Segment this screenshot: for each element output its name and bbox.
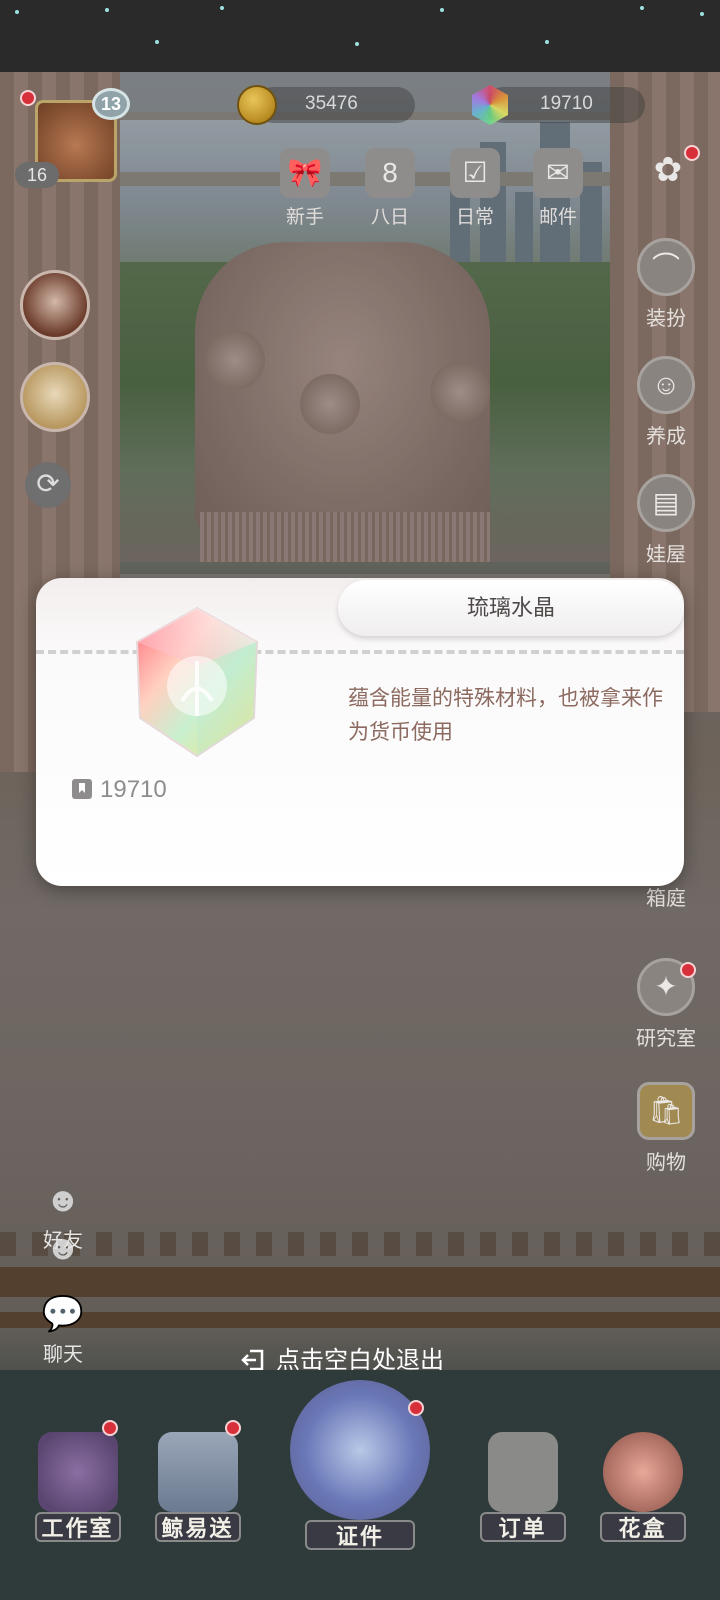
menu-daily[interactable]: ☑ 日常 xyxy=(440,148,510,229)
menu-dollhouse[interactable]: ▤ 娃屋 xyxy=(626,474,706,567)
crystal-amount: 19710 xyxy=(540,93,593,114)
studio-icon xyxy=(37,1432,118,1512)
shopping-bag-icon: 🛍 xyxy=(637,1082,695,1140)
bottom-navigation: 工作室 鲸易送 证件 订单 花盒 xyxy=(0,1370,720,1600)
coin-icon xyxy=(237,85,277,125)
item-title: 琉璃水晶 xyxy=(338,580,684,636)
mail-icon: ✉ xyxy=(533,148,583,198)
notification-dot xyxy=(20,90,36,106)
menu-newbie[interactable]: 🎀 新手 xyxy=(270,148,340,229)
crystal-icon xyxy=(135,606,259,758)
cabinet-icon: ▤ xyxy=(637,474,695,532)
menu-dress-up[interactable]: ⌒ 装扮 xyxy=(626,238,706,331)
menu-nurture[interactable]: ☺ 养成 xyxy=(626,356,706,449)
flower-box-icon xyxy=(602,1432,683,1512)
nav-orders[interactable]: 订单 xyxy=(475,1432,570,1542)
eight-day-icon: 8 xyxy=(365,148,415,198)
chat-bubble-icon: 💬 xyxy=(41,1295,85,1333)
coin-amount: 35476 xyxy=(305,93,358,114)
owned-count: 19710 xyxy=(72,776,167,804)
item-detail-popup: 琉璃水晶 19710 蕴含能量的特殊材料，也被拿来作为货币使用 xyxy=(36,578,684,886)
menu-eight-day[interactable]: 8 八日 xyxy=(355,148,425,229)
switch-character-button[interactable]: ⟳ xyxy=(25,462,71,508)
shop-stall-icon xyxy=(157,1432,238,1512)
clipboard-icon: ☑ xyxy=(450,148,500,198)
status-bar xyxy=(0,0,720,72)
gift-bow-icon: 🎀 xyxy=(280,148,330,198)
nav-flower-box[interactable]: 花盒 xyxy=(595,1432,690,1542)
menu-shopping[interactable]: 🛍 购物 xyxy=(626,1082,706,1175)
doll-icon: ☺ xyxy=(637,356,695,414)
menu-mail[interactable]: ✉ 邮件 xyxy=(523,148,593,229)
nav-whale-delivery[interactable]: 鲸易送 xyxy=(150,1432,245,1542)
item-description: 蕴含能量的特殊材料，也被拿来作为货币使用 xyxy=(348,687,663,744)
nav-studio[interactable]: 工作室 xyxy=(30,1432,125,1542)
level-badge: 13 xyxy=(92,88,130,120)
bookmark-bag-icon xyxy=(72,779,92,799)
crystal-counter[interactable]: 19710 xyxy=(485,87,645,123)
hanger-icon: ⌒ xyxy=(637,238,695,296)
character-portrait-1[interactable] xyxy=(20,270,90,340)
coin-counter[interactable]: 35476 xyxy=(255,87,415,123)
order-paper-icon xyxy=(487,1432,558,1512)
chat-button[interactable]: 💬 聊天 xyxy=(28,1290,98,1367)
friends-icon: ☻☻ xyxy=(45,1181,81,1267)
refresh-icon: ⟳ xyxy=(36,468,60,499)
vip-badge: 16 xyxy=(15,162,59,188)
certificate-icon xyxy=(290,1380,430,1520)
character-portrait-2[interactable] xyxy=(20,362,90,432)
friends-button[interactable]: ☻☻ 好友 xyxy=(28,1176,98,1267)
